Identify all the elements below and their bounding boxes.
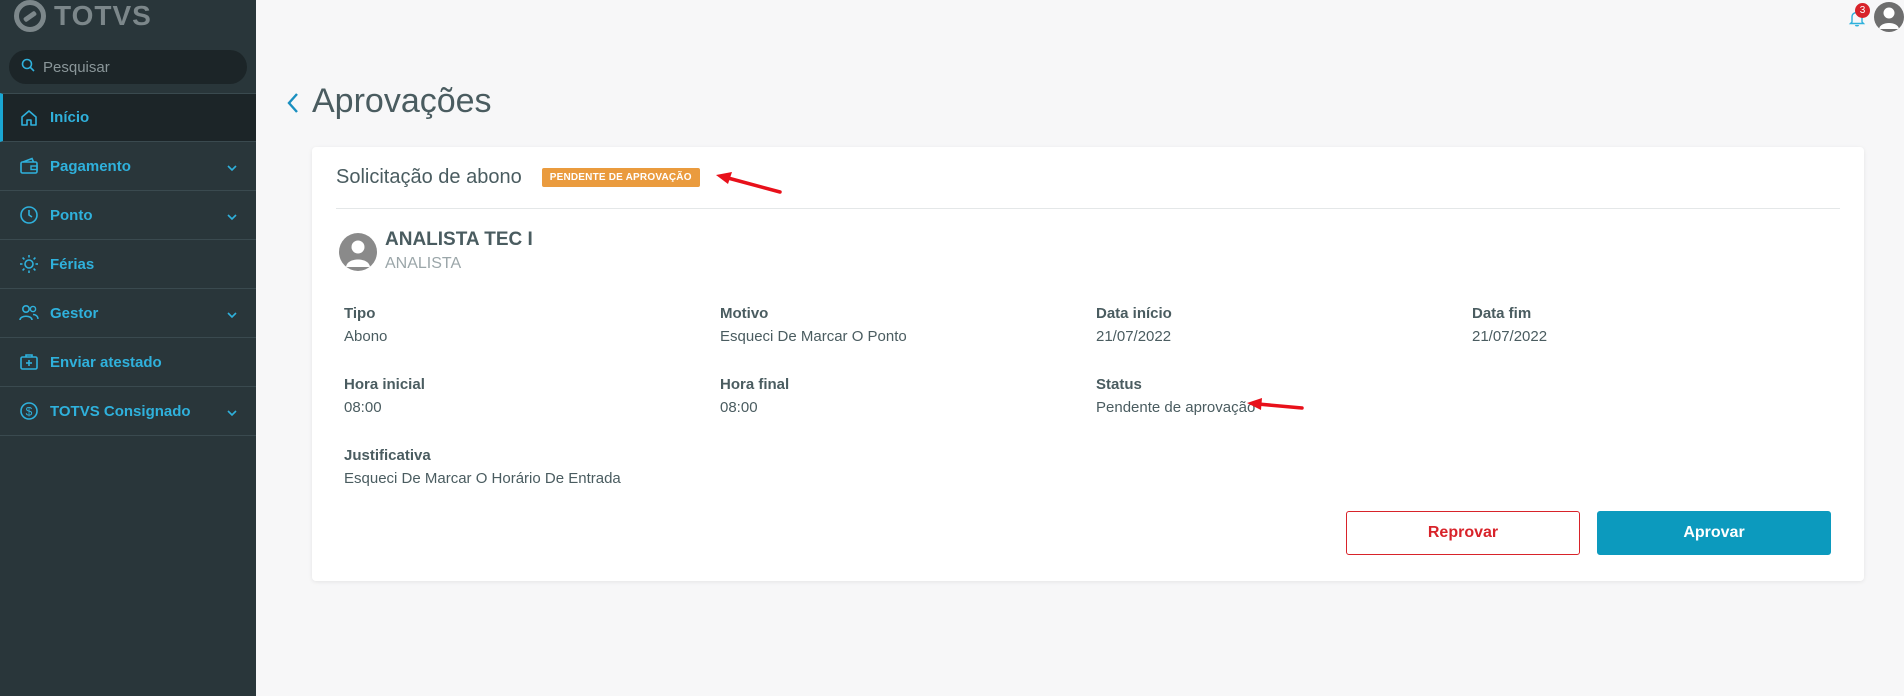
home-icon [18, 107, 40, 129]
field-label: Motivo [720, 305, 769, 322]
field-label: Hora final [720, 376, 790, 393]
employee-profile: ANALISTA TEC I ANALISTA [339, 229, 533, 273]
field-motivo: Motivo Esqueci De Marcar O Ponto [720, 305, 907, 345]
clock-icon [18, 204, 40, 226]
field-label: Data fim [1472, 305, 1532, 322]
reject-button[interactable]: Reprovar [1346, 511, 1580, 555]
field-value: 08:00 [720, 399, 758, 416]
sidebar-item-label: Enviar atestado [50, 353, 162, 371]
field-data-fim: Data fim 21/07/2022 [1472, 305, 1547, 345]
totvs-logo[interactable]: TOTVS [14, 0, 152, 32]
field-value: 21/07/2022 [1472, 328, 1548, 345]
sun-icon [18, 253, 40, 275]
search-box[interactable] [9, 50, 247, 84]
status-badge: PENDENTE DE APROVAÇÃO [541, 168, 700, 187]
field-justificativa: Justificativa Esqueci De Marcar O Horári… [344, 447, 621, 487]
employee-role: ANALISTA [385, 255, 462, 272]
chevron-down-icon [226, 404, 238, 422]
approval-card: Solicitação de abono PENDENTE DE APROVAÇ… [312, 147, 1864, 581]
card-title: Solicitação de abono [336, 166, 522, 188]
field-value: Esqueci De Marcar O Horário De Entrada [344, 470, 621, 487]
search-input[interactable] [43, 58, 223, 76]
chevron-down-icon [226, 208, 238, 226]
back-button[interactable] [284, 90, 302, 116]
field-value: Abono [344, 328, 388, 345]
notification-badge: 3 [1855, 3, 1870, 18]
field-label: Tipo [344, 305, 376, 322]
field-tipo: Tipo Abono [344, 305, 387, 345]
user-icon [346, 240, 370, 267]
field-value: 08:00 [344, 399, 382, 416]
sidebar-item-enviar-atestado[interactable]: Enviar atestado [0, 338, 256, 387]
chevron-down-icon [226, 306, 238, 324]
avatar [339, 233, 377, 271]
totvs-logo-icon [14, 0, 46, 32]
field-label: Status [1096, 376, 1142, 393]
users-icon [18, 302, 40, 324]
chevron-left-icon [287, 93, 298, 113]
approve-button[interactable]: Aprovar [1597, 511, 1831, 555]
sidebar-item-label: Ponto [50, 206, 93, 224]
field-value: Esqueci De Marcar O Ponto [720, 328, 907, 345]
sidebar-item-pagamento[interactable]: Pagamento [0, 142, 256, 191]
sidebar-item-label: Pagamento [50, 157, 131, 175]
user-avatar[interactable] [1874, 2, 1904, 32]
sidebar-item-label: Início [50, 109, 90, 126]
sidebar-item-label: Gestor [50, 304, 99, 322]
field-hora-final: Hora final 08:00 [720, 376, 789, 416]
employee-name: ANALISTA TEC I [385, 229, 533, 250]
card-header: Solicitação de abono PENDENTE DE APROVAÇ… [336, 147, 1840, 209]
chevron-down-icon [226, 159, 238, 177]
annotation-arrow-icon [716, 172, 782, 194]
field-value: Pendente de aprovação [1096, 399, 1256, 416]
svg-text:$: $ [26, 405, 33, 419]
field-data-inicio: Data início 21/07/2022 [1096, 305, 1172, 345]
sidebar-item-ponto[interactable]: Ponto [0, 191, 256, 240]
dollar-circle-icon: $ [18, 400, 40, 422]
sidebar-item-label: TOTVS Consignado [50, 402, 191, 420]
sidebar-item-label: Férias [50, 255, 95, 273]
wallet-icon [18, 155, 40, 177]
sidebar-item-ferias[interactable]: Férias [0, 240, 256, 289]
annotation-arrow-icon [1247, 398, 1304, 410]
sidebar-item-gestor[interactable]: Gestor [0, 289, 256, 338]
sidebar: TOTVS Início Pagamento Ponto [0, 0, 256, 696]
field-label: Justificativa [344, 447, 431, 464]
field-hora-inicial: Hora inicial 08:00 [344, 376, 425, 416]
field-status: Status Pendente de aprovação [1096, 376, 1255, 416]
sidebar-menu: Início Pagamento Ponto Férias Gestor Env… [0, 93, 256, 436]
page-title: Aprovações [312, 82, 492, 120]
search-icon [21, 58, 35, 77]
user-icon [1879, 7, 1899, 29]
field-label: Hora inicial [344, 376, 425, 393]
sidebar-item-inicio[interactable]: Início [0, 93, 256, 142]
brand-name: TOTVS [54, 0, 152, 31]
field-label: Data início [1096, 305, 1172, 322]
medical-kit-icon [18, 351, 40, 373]
sidebar-item-totvs-consignado[interactable]: $ TOTVS Consignado [0, 387, 256, 436]
field-value: 21/07/2022 [1096, 328, 1172, 345]
